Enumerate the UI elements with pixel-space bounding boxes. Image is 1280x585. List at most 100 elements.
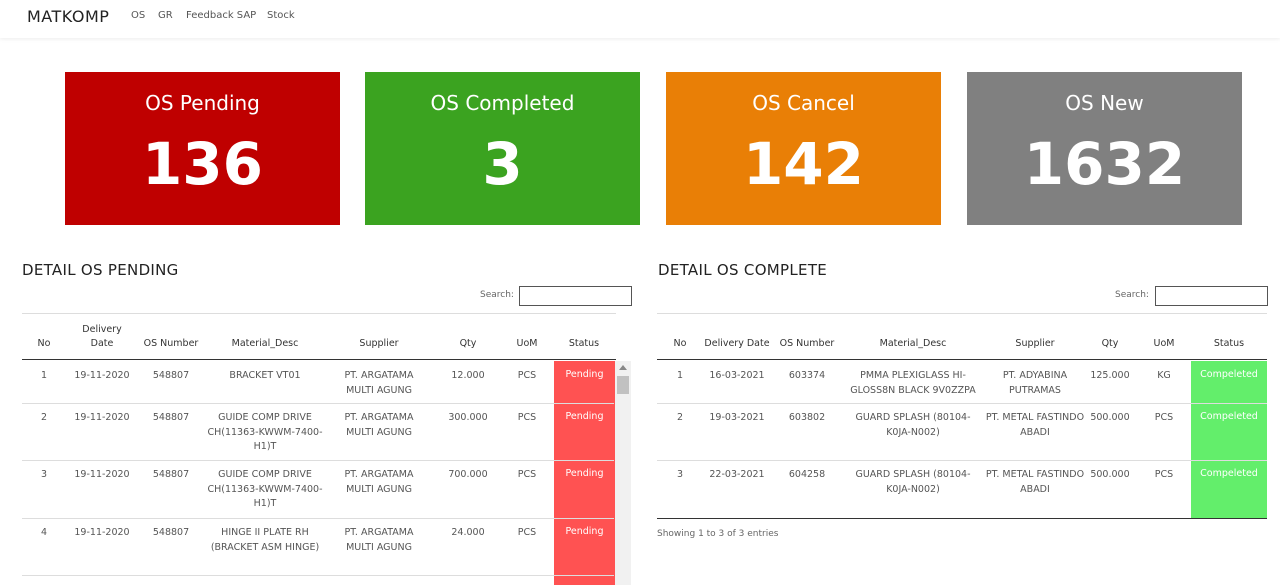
pending-scrollbar[interactable] <box>615 361 631 585</box>
nav-link-os[interactable]: OS <box>131 10 145 21</box>
status-badge: Pending <box>565 411 604 422</box>
cell-delivery-date: 16-03-2021 <box>709 370 765 381</box>
cell-supplier: PT. ARGATAMA MULTI AGUNG <box>344 469 414 495</box>
cell-no: 3 <box>40 469 48 480</box>
cell-os-number: 603802 <box>788 412 826 423</box>
cell-qty: 500.000 <box>1090 469 1130 480</box>
column-header-status[interactable]: Status <box>1191 337 1267 351</box>
cell-no: 1 <box>40 370 48 381</box>
cell-qty: 125.000 <box>1090 370 1130 381</box>
card-title: OS Cancel <box>752 91 855 115</box>
pending-header-border <box>22 359 616 360</box>
column-header-supplier[interactable]: Supplier <box>330 337 428 351</box>
scroll-up-arrow-icon[interactable] <box>619 365 627 370</box>
row-divider <box>22 403 614 404</box>
card-os-pending: OS Pending 136 <box>65 72 340 225</box>
cell-supplier: PT. ARGATAMA MULTI AGUNG <box>344 412 414 438</box>
cell-os-number: 548807 <box>152 412 190 423</box>
pending-title: DETAIL OS PENDING <box>22 261 179 279</box>
cell-material-desc: GUARD SPLASH (80104-K0JA-N002) <box>855 412 971 438</box>
card-os-new: OS New 1632 <box>967 72 1242 225</box>
nav-link-feedback-sap[interactable]: Feedback SAP <box>186 10 256 21</box>
row-divider <box>22 460 614 461</box>
cell-material-desc: BRACKET VT01 <box>229 370 301 381</box>
complete-table-bottom-border <box>657 518 1267 519</box>
column-header-no[interactable]: No <box>657 337 703 351</box>
row-divider <box>657 460 1267 461</box>
cell-material-desc: HINGE II PLATE RH (BRACKET ASM HINGE) <box>210 527 320 553</box>
status-column-background <box>1191 361 1267 518</box>
cell-uom: PCS <box>517 469 537 480</box>
pending-search-label: Search: <box>480 290 514 300</box>
card-title: OS Pending <box>145 91 260 115</box>
column-header-material-desc[interactable]: Material_Desc <box>848 337 978 351</box>
column-header-qty[interactable]: Qty <box>1085 337 1135 351</box>
status-badge: Pending <box>565 369 604 380</box>
complete-header-border <box>657 359 1267 360</box>
cell-material-desc: GUARD SPLASH (80104-K0JA-N002) <box>855 469 971 495</box>
card-value: 3 <box>482 130 523 198</box>
cell-os-number: 548807 <box>152 469 190 480</box>
cell-uom: PCS <box>517 412 537 423</box>
column-header-status[interactable]: Status <box>554 337 614 351</box>
cell-qty: 24.000 <box>451 527 485 538</box>
cell-supplier: PT. METAL FASTINDO ABADI <box>985 469 1085 495</box>
cell-uom: KG <box>1157 370 1171 381</box>
column-header-qty[interactable]: Qty <box>438 337 498 351</box>
status-badge: Compeleted <box>1200 369 1258 380</box>
cell-qty: 300.000 <box>448 412 488 423</box>
pending-table-top-border <box>22 313 616 314</box>
complete-table-info: Showing 1 to 3 of 3 entries <box>657 529 779 539</box>
cell-supplier: PT. METAL FASTINDO ABADI <box>985 412 1085 438</box>
column-header-uom[interactable]: UoM <box>1143 337 1185 351</box>
column-header-material-desc[interactable]: Material_Desc <box>205 337 325 351</box>
cell-os-number: 603374 <box>788 370 826 381</box>
scroll-thumb[interactable] <box>617 376 629 394</box>
cell-delivery-date: 22-03-2021 <box>709 469 765 480</box>
cell-no: 2 <box>40 412 48 423</box>
navbar: MATKOMP OS GR Feedback SAP Stock <box>0 0 1280 38</box>
complete-table-top-border <box>657 313 1267 314</box>
nav-link-stock[interactable]: Stock <box>267 10 295 21</box>
brand-logo[interactable]: MATKOMP <box>27 7 109 26</box>
column-header-os-number[interactable]: OS Number <box>140 337 202 351</box>
complete-title: DETAIL OS COMPLETE <box>658 261 828 279</box>
column-header-os-number[interactable]: OS Number <box>773 337 841 351</box>
column-header-delivery-date[interactable]: Delivery Date <box>72 323 132 351</box>
card-os-completed: OS Completed 3 <box>365 72 640 225</box>
column-header-supplier[interactable]: Supplier <box>985 337 1085 351</box>
cell-uom: PCS <box>517 527 537 538</box>
cell-delivery-date: 19-11-2020 <box>74 469 130 480</box>
cell-supplier: PT. ARGATAMA MULTI AGUNG <box>344 527 414 553</box>
cell-no: 4 <box>40 527 48 538</box>
pending-search-input[interactable] <box>519 286 632 306</box>
cell-material-desc: GUIDE COMP DRIVE CH(11363-KWWM-7400-H1)T <box>207 412 323 452</box>
cell-material-desc: GUIDE COMP DRIVE CH(11363-KWWM-7400-H1)T <box>207 469 323 509</box>
cell-qty: 500.000 <box>1090 412 1130 423</box>
cell-no: 3 <box>676 469 684 480</box>
status-badge: Pending <box>565 526 604 537</box>
complete-search-label: Search: <box>1115 290 1149 300</box>
status-badge: Compeleted <box>1200 468 1258 479</box>
nav-link-gr[interactable]: GR <box>158 10 173 21</box>
cell-os-number: 548807 <box>152 527 190 538</box>
status-badge: Pending <box>565 468 604 479</box>
cell-supplier: PT. ARGATAMA MULTI AGUNG <box>344 370 414 396</box>
cell-os-number: 548807 <box>152 370 190 381</box>
status-badge: Compeleted <box>1200 411 1258 422</box>
column-header-uom[interactable]: UoM <box>508 337 546 351</box>
card-title: OS New <box>1065 91 1144 115</box>
complete-search-input[interactable] <box>1155 286 1268 306</box>
card-title: OS Completed <box>430 91 575 115</box>
row-divider <box>657 403 1267 404</box>
column-header-delivery-date[interactable]: Delivery Date <box>703 337 771 351</box>
cell-delivery-date: 19-11-2020 <box>74 412 130 423</box>
row-divider <box>22 518 614 519</box>
cell-delivery-date: 19-11-2020 <box>74 370 130 381</box>
cell-os-number: 604258 <box>788 469 826 480</box>
cell-no: 2 <box>676 412 684 423</box>
card-os-cancel: OS Cancel 142 <box>666 72 941 225</box>
column-header-no[interactable]: No <box>22 337 66 351</box>
cell-supplier: PT. ADYABINA PUTRAMAS <box>1002 370 1068 396</box>
card-value: 1632 <box>1023 130 1186 198</box>
